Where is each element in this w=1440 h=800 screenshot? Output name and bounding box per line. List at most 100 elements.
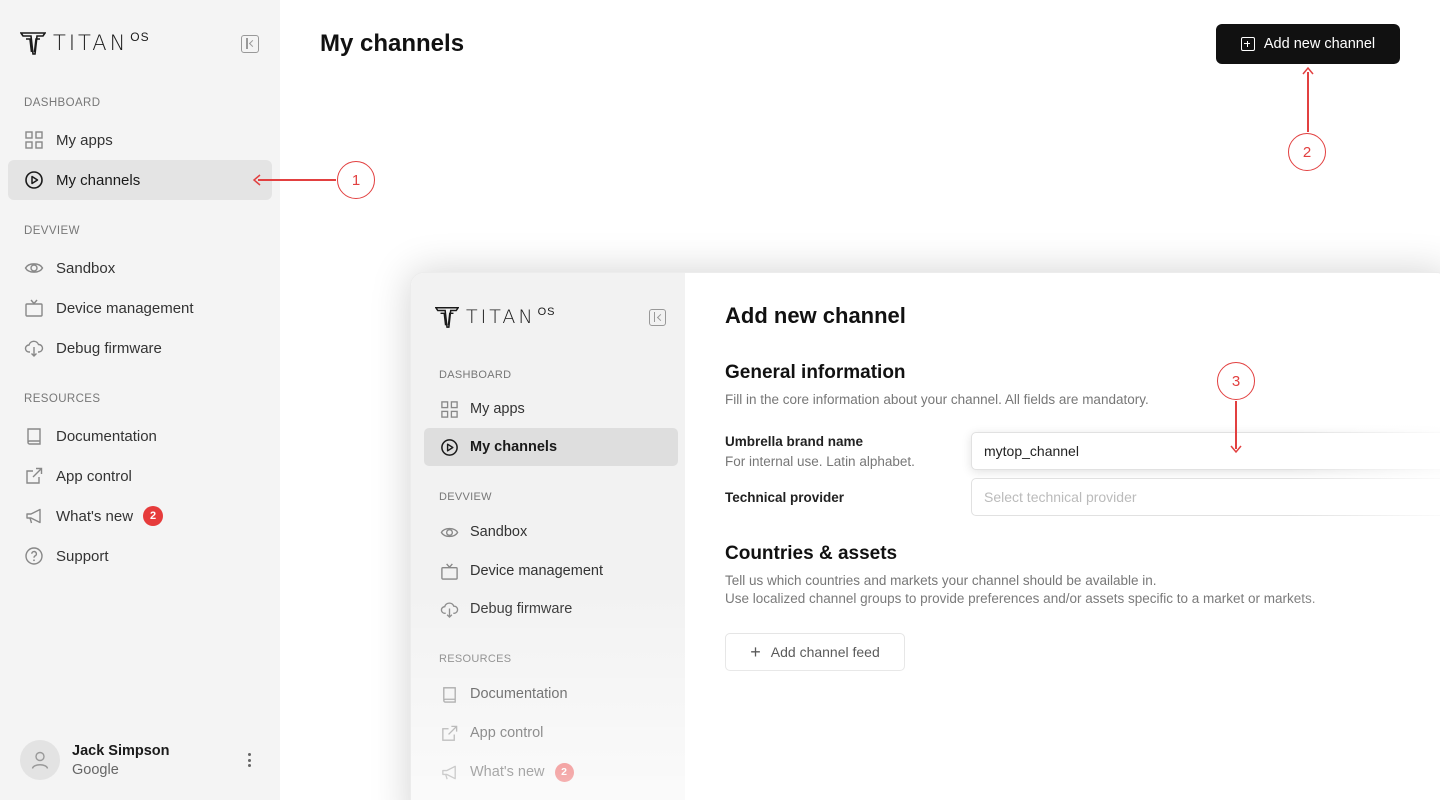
sidebar-item-documentation[interactable]: Documentation: [8, 416, 272, 456]
preview-sidebar: TITAN OS DASHBOARD My apps My channels D…: [411, 273, 685, 800]
preview-main: Add new channel General information Fill…: [685, 273, 1440, 800]
megaphone-icon: [24, 506, 44, 526]
add-new-channel-button[interactable]: Add new channel: [1216, 24, 1400, 64]
play-circle-icon: [440, 438, 459, 457]
plus-icon: +: [750, 642, 761, 662]
sidebar-item-my-apps[interactable]: My apps: [8, 120, 272, 160]
avatar: [20, 740, 60, 780]
sidebar-item-label: What's new: [56, 507, 134, 525]
external-link-icon: [24, 466, 44, 486]
sidebar-item-support[interactable]: Support: [8, 536, 272, 576]
sidebar-item-app-control[interactable]: App control: [8, 456, 272, 496]
preview-item-device-management: Device management: [424, 552, 678, 590]
preview-item-label: App control: [470, 725, 544, 741]
umbrella-brand-label: Umbrella brand name: [725, 434, 864, 449]
grid-icon: [440, 400, 459, 419]
sidebar-item-whats-new[interactable]: What's new 2: [8, 496, 272, 536]
sidebar-item-label: My apps: [56, 131, 113, 149]
annotation-1-line: [258, 179, 336, 181]
add-new-channel-label: Add new channel: [1263, 36, 1376, 52]
annotation-2: 2: [1288, 133, 1326, 171]
preview-item-app-control: App control: [424, 714, 678, 752]
annotation-1: 1: [337, 161, 375, 199]
book-icon: [440, 685, 459, 704]
preview-item-documentation: Documentation: [424, 675, 678, 713]
section-title-resources: RESOURCES: [439, 653, 512, 665]
sidebar-item-label: App control: [56, 467, 132, 485]
cloud-download-icon: [24, 338, 44, 358]
tv-icon: [24, 298, 44, 318]
preview-item-label: Debug firmware: [470, 601, 573, 617]
annotation-2-arrowhead-icon: [1302, 66, 1314, 75]
user-profile[interactable]: Jack Simpson Google: [20, 740, 264, 780]
annotation-3-arrowhead-icon: [1230, 445, 1242, 454]
preview-item-label: Sandbox: [470, 524, 528, 540]
collapse-sidebar-icon: [649, 309, 666, 326]
sidebar: TITAN OS DASHBOARD My apps My channels D…: [0, 0, 280, 800]
preview-item-debug-firmware: Debug firmware: [424, 590, 678, 628]
section-title-devview: DEVVIEW: [439, 491, 492, 503]
brand-name: TITAN: [466, 306, 536, 328]
brand-suffix: OS: [130, 30, 150, 44]
annotation-3: 3: [1217, 362, 1255, 400]
umbrella-brand-sublabel: For internal use. Latin alphabet.: [725, 454, 915, 469]
help-circle-icon: [24, 546, 44, 566]
add-channel-feed-label: Add channel feed: [770, 644, 880, 660]
section-title-dashboard: DASHBOARD: [24, 97, 101, 109]
preview-item-label: Documentation: [470, 686, 568, 702]
preview-titan-logo: TITAN OS: [435, 305, 555, 329]
megaphone-icon: [440, 763, 459, 782]
preview-item-label: What's new: [470, 764, 545, 780]
preview-title: Add new channel: [725, 303, 906, 328]
plus-square-icon: [1240, 37, 1255, 51]
general-information-description: Fill in the core information about your …: [725, 392, 1149, 407]
titan-logo[interactable]: TITAN OS: [20, 30, 150, 58]
user-name: Jack Simpson: [72, 742, 170, 759]
titan-logo-icon: [435, 307, 459, 328]
whats-new-badge: 2: [143, 506, 164, 526]
collapse-sidebar-icon[interactable]: [241, 35, 259, 53]
umbrella-brand-input[interactable]: [971, 432, 1440, 470]
more-vertical-icon[interactable]: [244, 750, 254, 770]
external-link-icon: [440, 724, 459, 743]
preview-item-my-apps: My apps: [424, 390, 678, 428]
grid-icon: [24, 130, 44, 150]
sidebar-item-device-management[interactable]: Device management: [8, 288, 272, 328]
sidebar-item-my-channels[interactable]: My channels: [8, 160, 272, 200]
sidebar-item-label: Documentation: [56, 427, 157, 445]
tv-icon: [440, 562, 459, 581]
add-channel-feed-button[interactable]: + Add channel feed: [725, 633, 905, 671]
user-org: Google: [72, 761, 119, 778]
book-icon: [24, 426, 44, 446]
brand-suffix: OS: [537, 306, 556, 318]
user-icon: [31, 751, 49, 769]
preview-item-label: Device management: [470, 563, 603, 579]
technical-provider-select[interactable]: [971, 478, 1440, 516]
sidebar-item-sandbox[interactable]: Sandbox: [8, 248, 272, 288]
countries-assets-description-2: Use localized channel groups to provide …: [725, 591, 1316, 606]
play-circle-icon: [24, 170, 44, 190]
section-title-dashboard: DASHBOARD: [439, 369, 512, 381]
countries-assets-heading: Countries & assets: [725, 543, 898, 564]
sidebar-item-label: My channels: [56, 171, 141, 189]
sidebar-item-label: Debug firmware: [56, 339, 162, 357]
whats-new-badge: 2: [554, 762, 574, 782]
annotation-1-arrowhead-icon: [252, 174, 261, 186]
sidebar-item-debug-firmware[interactable]: Debug firmware: [8, 328, 272, 368]
eye-icon: [440, 523, 459, 542]
preview-item-my-channels: My channels: [424, 428, 678, 466]
section-title-devview: DEVVIEW: [24, 225, 80, 237]
brand-name: TITAN: [53, 31, 129, 55]
add-channel-preview: TITAN OS DASHBOARD My apps My channels D…: [410, 272, 1440, 800]
annotation-2-line: [1307, 72, 1309, 132]
sidebar-item-label: Sandbox: [56, 259, 116, 277]
cloud-download-icon: [440, 600, 459, 619]
preview-item-label: My channels: [470, 439, 558, 455]
preview-item-whats-new: What's new 2: [424, 753, 678, 791]
preview-item-label: My apps: [470, 401, 525, 417]
technical-provider-label: Technical provider: [725, 490, 845, 505]
eye-icon: [24, 258, 44, 278]
titan-logo-icon: [20, 32, 46, 55]
sidebar-item-label: Device management: [56, 299, 194, 317]
page-title: My channels: [320, 30, 465, 57]
